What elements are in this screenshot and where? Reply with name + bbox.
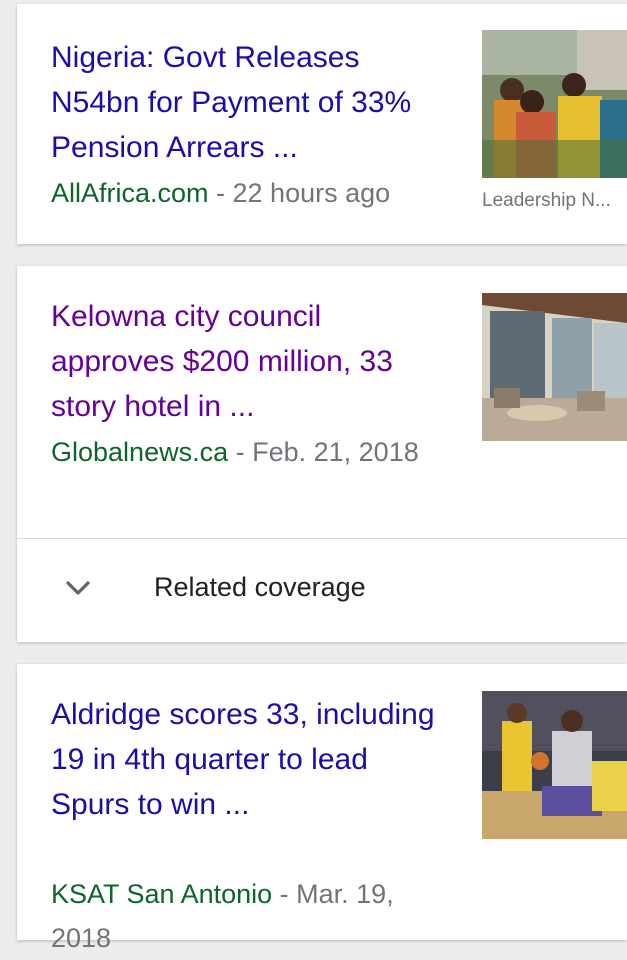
news-card[interactable]: Aldridge scores 33, including 19 in 4th … — [17, 664, 627, 953]
publish-time: - 22 hours ago — [208, 178, 391, 208]
news-card[interactable]: Nigeria: Govt Releases N54bn for Payment… — [17, 4, 627, 244]
article-thumbnail[interactable] — [482, 293, 627, 441]
article-meta: AllAfrica.com - 22 hours ago — [51, 171, 451, 215]
source-name: Globalnews.ca — [51, 437, 229, 467]
news-card[interactable]: Kelowna city council approves $200 milli… — [17, 266, 627, 642]
publish-time: - Feb. 21, 2018 — [228, 437, 419, 467]
source-name: KSAT San Antonio — [51, 879, 273, 909]
basketball-photo-icon — [482, 691, 627, 839]
article-meta: Globalnews.ca - Feb. 21, 2018 — [51, 430, 451, 474]
related-coverage-label: Related coverage — [154, 572, 366, 602]
source-name: AllAfrica.com — [51, 178, 209, 208]
chevron-down-icon — [66, 581, 90, 595]
headline-link[interactable]: Aldridge scores 33, including 19 in 4th … — [51, 692, 451, 827]
article-meta: KSAT San Antonio - Mar. 19, 2018 — [51, 872, 451, 960]
headline-link[interactable]: Nigeria: Govt Releases N54bn for Payment… — [51, 35, 451, 170]
headline-link[interactable]: Kelowna city council approves $200 milli… — [51, 294, 451, 429]
article-thumbnail[interactable] — [482, 691, 627, 839]
related-coverage-toggle[interactable]: Related coverage — [17, 539, 627, 642]
thumbnail-caption: Leadership N... — [482, 190, 611, 211]
article-thumbnail[interactable] — [482, 30, 627, 178]
hotel-photo-icon — [482, 293, 627, 441]
crowd-photo-icon — [482, 30, 627, 178]
